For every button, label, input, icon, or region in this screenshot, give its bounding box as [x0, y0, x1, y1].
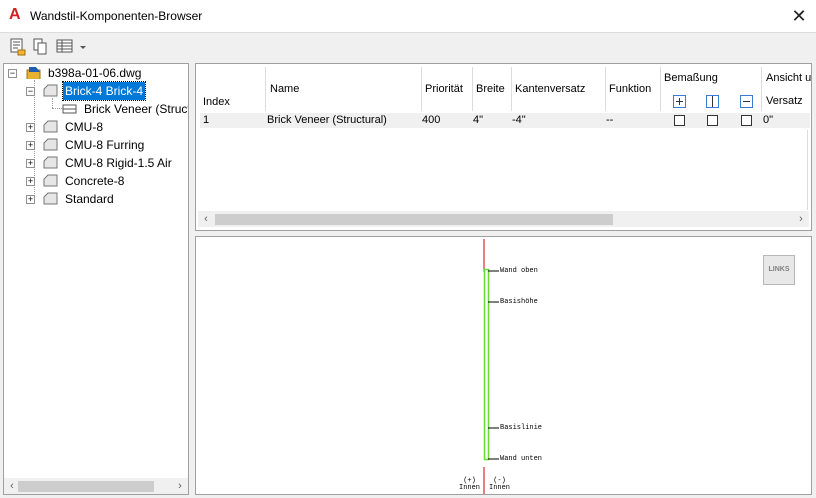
dimension-add-icon[interactable] [673, 95, 686, 108]
checkbox-dim-subtract[interactable] [741, 115, 752, 126]
tree-item-label: CMU-8 [65, 120, 103, 134]
column-separator [265, 67, 266, 111]
expand-toggle[interactable]: + [26, 141, 35, 150]
column-header-versatz[interactable]: Versatz [766, 95, 803, 107]
column-separator [421, 67, 422, 111]
collapse-toggle[interactable]: − [8, 69, 17, 78]
cell-index: 1 [203, 114, 210, 126]
tree-item-label: CMU-8 Rigid-1.5 Air [65, 156, 172, 170]
style-tree: − b398a-01-06.dwg − Brick-4 Brick-4 Bric… [3, 63, 189, 495]
wall-style-icon [43, 84, 58, 97]
label-innen-left: (+) Innen [459, 477, 481, 492]
dropdown-arrow-icon[interactable] [78, 37, 88, 57]
label-wand-unten: Wand unten [500, 455, 543, 463]
wall-style-icon [43, 156, 58, 169]
dimension-center-icon[interactable] [706, 95, 719, 108]
label-wand-oben: Wand oben [500, 267, 538, 275]
scroll-right-icon[interactable]: › [793, 211, 809, 227]
tree-item-label: Standard [65, 192, 114, 206]
tree-item-label: Brick-4 Brick-4 [61, 81, 147, 101]
drawing-file-icon [26, 67, 41, 79]
expand-toggle[interactable]: + [26, 123, 35, 132]
column-separator [761, 67, 762, 111]
column-separator [511, 67, 512, 111]
cell-kantenversatz[interactable]: -4" [512, 114, 526, 126]
list-properties-icon[interactable] [9, 37, 27, 57]
scroll-thumb[interactable] [18, 481, 154, 492]
window-title: Wandstil-Komponenten-Browser [30, 9, 203, 23]
label-basishoehe: Basishöhe [500, 298, 538, 306]
scroll-left-icon[interactable]: ‹ [198, 211, 214, 227]
wall-style-icon [43, 174, 58, 187]
close-button[interactable]: ✕ [782, 0, 816, 32]
cell-breite[interactable]: 4" [473, 114, 483, 126]
tree-item-label: CMU-8 Furring [65, 138, 145, 152]
table-view-icon[interactable] [56, 37, 76, 57]
components-table: Index Name Priorität Breite Kantenversat… [195, 63, 812, 231]
cell-name[interactable]: Brick Veneer (Structural) [267, 114, 387, 126]
expand-toggle[interactable]: + [26, 159, 35, 168]
column-header-breite[interactable]: Breite [476, 83, 505, 95]
label-basislinie: Basislinie [500, 424, 543, 432]
column-header-index[interactable]: Index [203, 96, 230, 108]
wall-style-icon [43, 120, 58, 133]
toolbar [0, 33, 816, 61]
tree-guide [52, 98, 53, 108]
wall-preview: Wand oben Basishöhe Basislinie Wand unte… [195, 236, 812, 495]
table-row[interactable]: 1 Brick Veneer (Structural) 400 4" -4" -… [200, 113, 810, 128]
checkbox-dim-add[interactable] [674, 115, 685, 126]
table-horizontal-scrollbar[interactable]: ‹ › [198, 211, 809, 227]
column-header-funktion[interactable]: Funktion [609, 83, 651, 95]
label-innen-right: (-) Innen [489, 477, 511, 492]
column-header-kantenversatz[interactable]: Kantenversatz [515, 83, 585, 95]
scroll-right-icon[interactable]: › [172, 478, 188, 494]
wall-style-icon [43, 192, 58, 205]
links-button[interactable]: LINKS [763, 255, 795, 285]
autocad-logo-icon: A [9, 6, 21, 23]
column-header-prioritaet[interactable]: Priorität [425, 83, 463, 95]
column-separator [807, 130, 808, 210]
title-bar: A Wandstil-Komponenten-Browser ✕ [0, 0, 816, 33]
column-separator [660, 67, 661, 111]
column-separator [472, 67, 473, 111]
tree-item-label: Concrete-8 [65, 174, 125, 188]
tree-guide [52, 108, 62, 109]
cell-funktion[interactable]: -- [606, 114, 613, 126]
dimension-subtract-icon[interactable] [740, 95, 753, 108]
column-header-bemassung[interactable]: Bemaßung [664, 72, 718, 84]
expand-toggle[interactable]: + [26, 195, 35, 204]
collapse-toggle[interactable]: − [26, 87, 35, 96]
copy-icon[interactable] [32, 37, 50, 57]
tree-horizontal-scrollbar[interactable]: ‹ › [4, 478, 188, 494]
tree-root-label: b398a-01-06.dwg [48, 66, 142, 80]
wall-style-icon [43, 138, 58, 151]
column-header-ansicht[interactable]: Ansicht u [766, 72, 811, 84]
scroll-thumb[interactable] [215, 214, 613, 225]
expand-toggle[interactable]: + [26, 177, 35, 186]
cell-versatz[interactable]: 0" [763, 114, 773, 126]
cell-prioritaet[interactable]: 400 [422, 114, 440, 126]
checkbox-dim-center[interactable] [707, 115, 718, 126]
tree-item-label: Brick Veneer (Struct [84, 102, 189, 116]
column-separator [605, 67, 606, 111]
component-icon [62, 104, 77, 114]
column-header-name[interactable]: Name [270, 83, 299, 95]
